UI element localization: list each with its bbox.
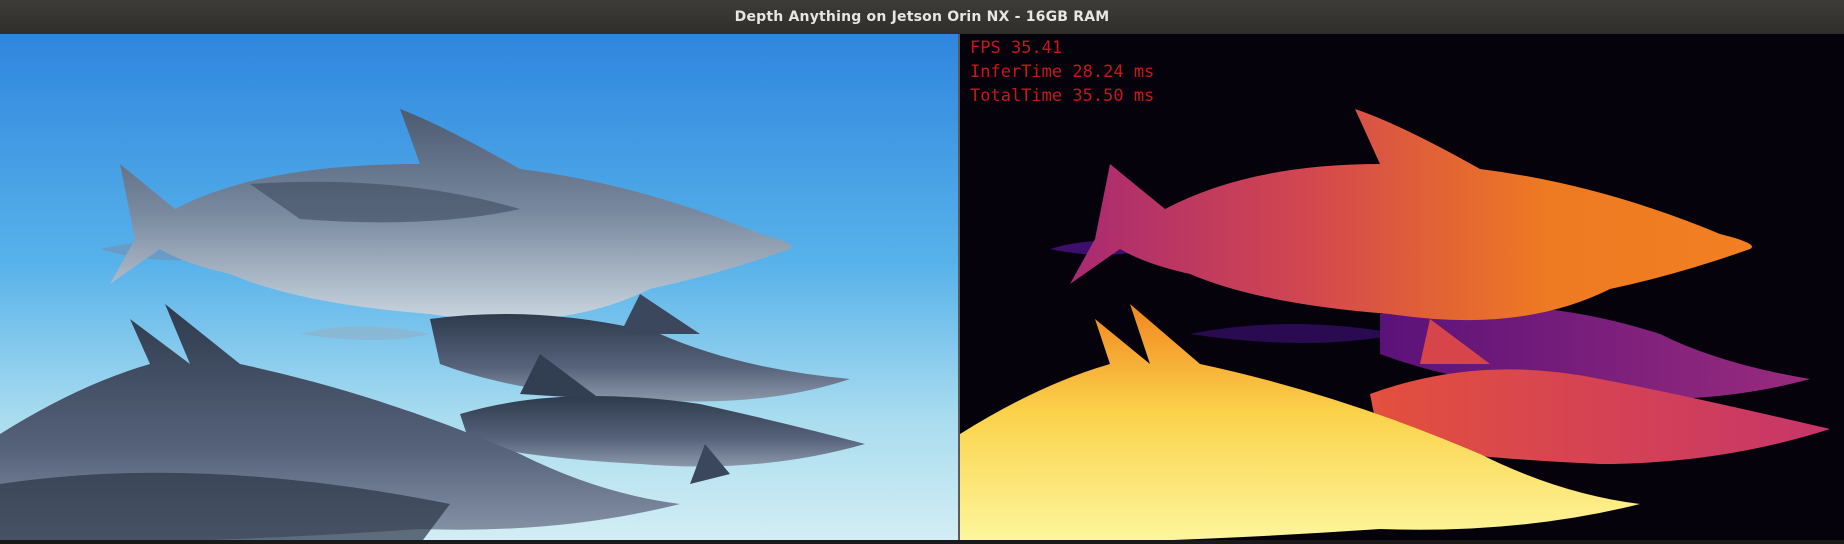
total-time-unit: ms (1133, 86, 1155, 106)
total-time-readout: TotalTime 35.50 ms (970, 84, 1154, 108)
infer-time-readout: InferTime 28.24 ms (970, 60, 1154, 84)
fps-value: 35.41 (1010, 38, 1063, 58)
window-titlebar[interactable]: Depth Anything on Jetson Orin NX - 16GB … (0, 0, 1844, 35)
total-time-value: 35.50 (1072, 86, 1124, 106)
infer-time-label: InferTime (970, 62, 1063, 82)
rgb-video-frame (0, 34, 958, 544)
window-bottom-edge (0, 540, 1844, 544)
depth-map-frame-image (960, 34, 1844, 544)
infer-time-unit: ms (1133, 62, 1155, 82)
performance-stats-overlay: FPS 35.41 InferTime 28.24 ms TotalTime 3… (970, 36, 1154, 108)
fps-label: FPS (970, 38, 1001, 58)
infer-time-value: 28.24 (1072, 62, 1124, 82)
depth-map-frame (960, 34, 1844, 544)
rgb-camera-frame-image (0, 34, 958, 544)
fps-readout: FPS 35.41 (970, 36, 1154, 60)
video-viewport: FPS 35.41 InferTime 28.24 ms TotalTime 3… (0, 34, 1844, 544)
window-title: Depth Anything on Jetson Orin NX - 16GB … (734, 9, 1110, 25)
total-time-label: TotalTime (970, 86, 1063, 106)
